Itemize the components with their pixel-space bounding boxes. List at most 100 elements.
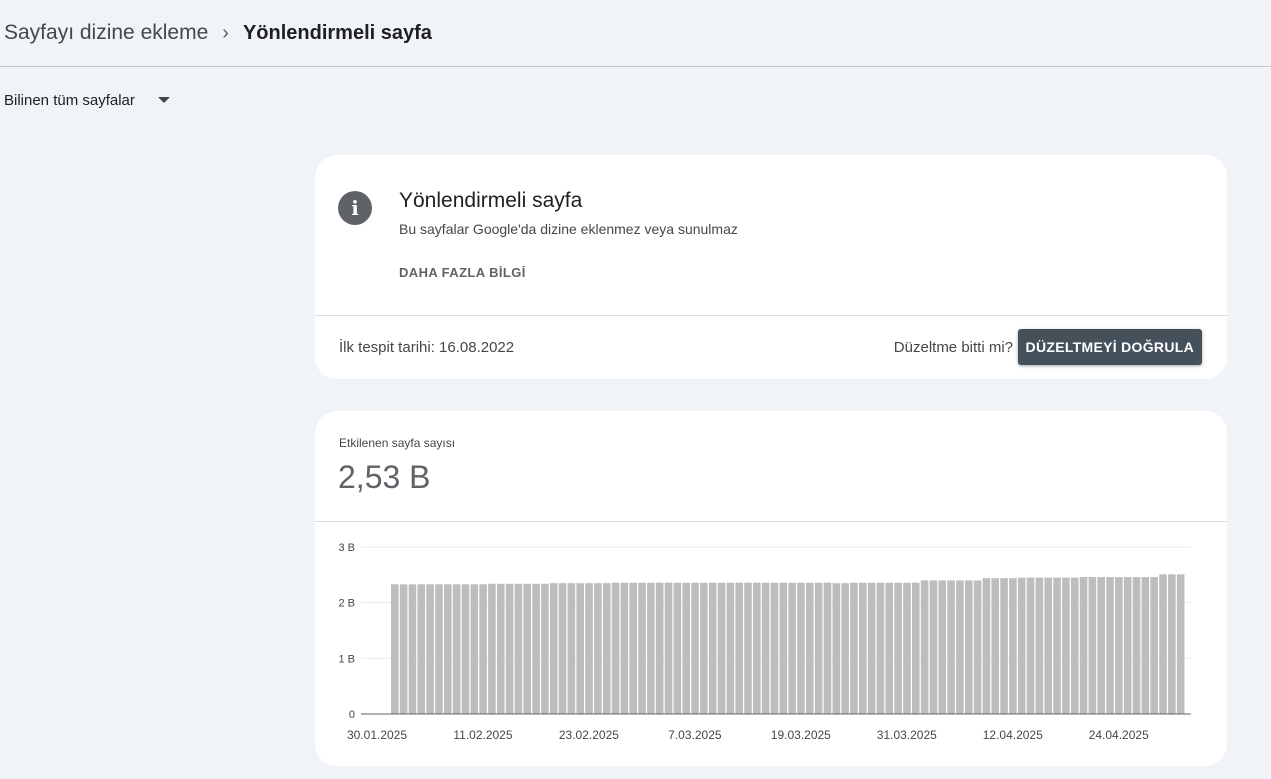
chart-bar[interactable] xyxy=(408,584,417,714)
chart-bar[interactable] xyxy=(1088,577,1097,714)
chart-bar[interactable] xyxy=(806,582,814,714)
chart-bar[interactable] xyxy=(885,582,894,714)
chart-bar[interactable] xyxy=(426,584,434,714)
chart-bar[interactable] xyxy=(1017,577,1026,714)
chart-bar[interactable] xyxy=(823,582,832,714)
chart-bar[interactable] xyxy=(770,582,779,714)
chart-bar[interactable] xyxy=(735,582,743,714)
chart-bar[interactable] xyxy=(982,578,991,714)
chart-bar[interactable] xyxy=(549,583,558,714)
chart-bar[interactable] xyxy=(717,582,726,714)
chart-bar[interactable] xyxy=(832,583,841,714)
chart-bar[interactable] xyxy=(655,582,664,714)
chart-bar[interactable] xyxy=(1176,574,1185,714)
chart-bar[interactable] xyxy=(708,582,717,714)
chart-bar[interactable] xyxy=(532,583,540,714)
chart-bar[interactable] xyxy=(753,582,761,714)
chart-bar[interactable] xyxy=(1026,577,1035,714)
chart-bar[interactable] xyxy=(611,582,620,714)
chart-bar[interactable] xyxy=(903,582,911,714)
chart-bar[interactable] xyxy=(1132,577,1141,714)
chart-bar[interactable] xyxy=(867,582,876,714)
breadcrumb-parent-link[interactable]: Sayfayı dizine ekleme xyxy=(4,21,208,45)
chart-bar[interactable] xyxy=(956,580,964,714)
chart-bar[interactable] xyxy=(779,582,788,714)
chart-bar[interactable] xyxy=(1079,577,1088,714)
chart-bar[interactable] xyxy=(744,582,752,714)
chart-bar[interactable] xyxy=(691,582,699,714)
chart-bar[interactable] xyxy=(1106,577,1114,714)
chart-bar[interactable] xyxy=(1115,577,1123,714)
chart-bar[interactable] xyxy=(1035,577,1044,714)
chart-bar[interactable] xyxy=(443,584,452,714)
chart-bar[interactable] xyxy=(541,583,549,714)
chart-bar[interactable] xyxy=(602,583,611,714)
chart-bar[interactable] xyxy=(991,578,1000,714)
chart-bar[interactable] xyxy=(876,582,885,714)
chart-bar[interactable] xyxy=(1044,577,1053,714)
chart-bar[interactable] xyxy=(920,580,929,714)
chart-bar[interactable] xyxy=(399,584,408,714)
chart-bar[interactable] xyxy=(858,582,867,714)
chart-bar[interactable] xyxy=(638,582,646,714)
chart-bar[interactable] xyxy=(514,583,523,714)
chart-bar[interactable] xyxy=(505,583,514,714)
validate-fix-button[interactable]: DÜZELTMEYİ DOĞRULA xyxy=(1017,329,1202,365)
chart-bar[interactable] xyxy=(938,580,947,714)
chart-bar[interactable] xyxy=(452,584,461,714)
chart-bar[interactable] xyxy=(1123,577,1132,714)
x-tick-label: 12.04.2025 xyxy=(983,728,1043,742)
chart-bar[interactable] xyxy=(523,583,532,714)
chart-bar[interactable] xyxy=(761,582,770,714)
chart-bar[interactable] xyxy=(673,582,682,714)
learn-more-link[interactable]: DAHA FAZLA BİLGİ xyxy=(399,265,526,280)
chart-bar[interactable] xyxy=(1159,574,1167,714)
issue-info-card: i Yönlendirmeli sayfa Bu sayfalar Google… xyxy=(315,155,1227,379)
chart-bar[interactable] xyxy=(1070,577,1079,714)
chart-bar[interactable] xyxy=(496,583,505,714)
chart-bar[interactable] xyxy=(726,582,735,714)
chart-bar[interactable] xyxy=(647,582,655,714)
chart-bar[interactable] xyxy=(947,580,955,714)
x-tick-label: 24.04.2025 xyxy=(1089,728,1149,742)
chart-bar[interactable] xyxy=(700,582,708,714)
chart-bar[interactable] xyxy=(488,583,496,714)
chart-bar[interactable] xyxy=(629,582,638,714)
page-filter-dropdown[interactable]: Bilinen tüm sayfalar xyxy=(4,88,170,112)
y-tick-label: 1 B xyxy=(338,653,355,665)
chart-bar[interactable] xyxy=(1097,577,1105,714)
chart-bar[interactable] xyxy=(1150,577,1158,714)
chart-bar[interactable] xyxy=(585,583,593,714)
chart-bar[interactable] xyxy=(973,580,982,714)
chart-bar[interactable] xyxy=(594,583,602,714)
chart-bar[interactable] xyxy=(911,582,920,714)
chart-bar[interactable] xyxy=(814,582,823,714)
chart-bar[interactable] xyxy=(929,580,938,714)
chart-bar[interactable] xyxy=(461,584,470,714)
chart-bar[interactable] xyxy=(567,583,576,714)
chart-bar[interactable] xyxy=(470,584,479,714)
chart-bar[interactable] xyxy=(479,584,487,714)
chart-bar[interactable] xyxy=(894,582,902,714)
chart-bar[interactable] xyxy=(788,582,796,714)
chart-bar[interactable] xyxy=(417,584,426,714)
chart-bar[interactable] xyxy=(850,582,858,714)
chart-bar[interactable] xyxy=(620,582,629,714)
chart-bar[interactable] xyxy=(1062,577,1070,714)
chart-bar[interactable] xyxy=(1000,578,1008,714)
chart-bar[interactable] xyxy=(1053,577,1061,714)
breadcrumb-chevron-icon: › xyxy=(222,21,229,44)
chart-bar[interactable] xyxy=(558,583,567,714)
chart-bar[interactable] xyxy=(1009,578,1017,714)
chart-bar[interactable] xyxy=(841,583,849,714)
chart-bar[interactable] xyxy=(1168,574,1176,714)
chart-bar[interactable] xyxy=(664,582,673,714)
affected-pages-chart-card: Etkilenen sayfa sayısı 2,53 B 0 1 B 2 B 3 B… xyxy=(315,411,1227,766)
chart-bar[interactable] xyxy=(1141,577,1150,714)
chart-bar[interactable] xyxy=(576,583,585,714)
chart-bar[interactable] xyxy=(964,580,973,714)
chart-bar[interactable] xyxy=(797,582,805,714)
chart-bar[interactable] xyxy=(682,582,690,714)
chart-bar[interactable] xyxy=(391,584,399,714)
chart-bar[interactable] xyxy=(435,584,443,714)
